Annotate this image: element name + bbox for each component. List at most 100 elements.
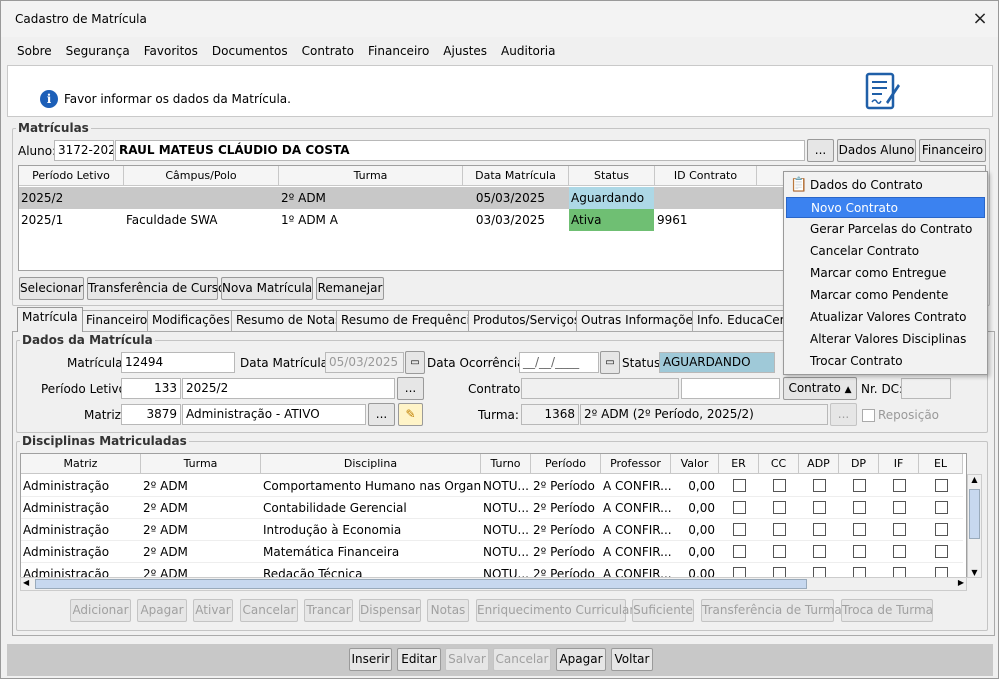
scroll-thumb[interactable] <box>969 489 980 539</box>
column-header[interactable]: Matriz <box>21 454 141 474</box>
adicionar-button[interactable]: Adicionar <box>70 599 131 622</box>
row-checkbox[interactable] <box>893 523 906 536</box>
table-row[interactable]: Administração 2º ADM Comportamento Humano … <box>21 475 963 497</box>
row-checkbox[interactable] <box>813 545 826 558</box>
selecionar-button[interactable]: Selecionar <box>19 277 84 300</box>
table-row[interactable]: Administração 2º ADM Matemática Financeira… <box>21 541 963 563</box>
row-checkbox[interactable] <box>813 501 826 514</box>
menu-item-gerar-parcelas[interactable]: Gerar Parcelas do Contrato <box>786 219 985 240</box>
row-checkbox[interactable] <box>935 523 948 536</box>
enriquecimento-curricular-button[interactable]: Enriquecimento Curricular <box>476 599 634 622</box>
periodo-browse-button[interactable]: ... <box>397 377 424 400</box>
calendar-icon[interactable]: ▭ <box>405 351 425 374</box>
menu-item-atualizar-valores[interactable]: Atualizar Valores Contrato <box>786 307 985 328</box>
column-header[interactable]: ER <box>719 454 759 474</box>
cancelar-button[interactable]: Cancelar <box>493 648 551 671</box>
row-checkbox[interactable] <box>853 523 866 536</box>
menu-item-cancelar-contrato[interactable]: Cancelar Contrato <box>786 241 985 262</box>
tab-produtos-servicos[interactable]: Produtos/Serviços <box>468 310 586 331</box>
scroll-thumb[interactable] <box>35 579 807 589</box>
editar-button[interactable]: Editar <box>397 648 441 671</box>
column-header[interactable]: Status <box>569 166 655 186</box>
menu-auditoria[interactable]: Auditoria <box>501 44 555 58</box>
row-checkbox[interactable] <box>853 479 866 492</box>
menu-item-marcar-pendente[interactable]: Marcar como Pendente <box>786 285 985 306</box>
aluno-name-field[interactable]: RAUL MATEUS CLÁUDIO DA COSTA <box>115 140 805 161</box>
apagar-button[interactable]: Apagar <box>137 599 187 622</box>
column-header[interactable]: Turma <box>141 454 261 474</box>
horizontal-scrollbar[interactable]: ◀ ▶ <box>20 577 967 591</box>
row-checkbox[interactable] <box>773 479 786 492</box>
row-checkbox[interactable] <box>893 501 906 514</box>
column-header[interactable]: DP <box>839 454 879 474</box>
row-checkbox[interactable] <box>853 545 866 558</box>
troca-turma-button[interactable]: Troca de Turma <box>841 599 933 622</box>
scroll-left-icon[interactable]: ◀ <box>23 578 29 587</box>
scroll-up-icon[interactable]: ▲ <box>968 475 981 484</box>
column-header[interactable]: Câmpus/Polo <box>124 166 279 186</box>
contrato-field[interactable] <box>521 378 679 399</box>
menu-item-dados-contrato[interactable]: Dados do Contrato <box>786 175 985 196</box>
column-header[interactable]: Data Matrícula <box>463 166 569 186</box>
trancar-button[interactable]: Trancar <box>304 599 353 622</box>
scroll-down-icon[interactable]: ▼ <box>968 568 981 577</box>
aluno-code-field[interactable]: 3172-2024 <box>54 140 114 161</box>
suficiente-button[interactable]: Suficiente <box>632 599 694 622</box>
column-header[interactable]: EL <box>919 454 963 474</box>
transferencia-turma-button[interactable]: Transferência de Turma <box>701 599 842 622</box>
periodo-code-field[interactable]: 133 <box>121 378 181 399</box>
menu-favoritos[interactable]: Favoritos <box>144 44 198 58</box>
reposicao-checkbox[interactable] <box>862 409 875 422</box>
turma-code-field[interactable]: 1368 <box>521 404 579 425</box>
turma-browse-button[interactable]: ... <box>830 403 857 426</box>
row-checkbox[interactable] <box>773 501 786 514</box>
nova-matricula-button[interactable]: Nova Matrícula <box>221 277 313 300</box>
financeiro-button[interactable]: Financeiro <box>919 139 986 162</box>
transferencia-curso-button[interactable]: Transferência de Curso <box>87 277 225 300</box>
column-header[interactable]: ADP <box>799 454 839 474</box>
notas-button[interactable]: Notas <box>427 599 469 622</box>
row-checkbox[interactable] <box>935 545 948 558</box>
dados-aluno-button[interactable]: Dados Aluno <box>837 139 916 162</box>
tab-financeiro[interactable]: Financeiro <box>81 310 153 331</box>
aluno-browse-button[interactable]: ... <box>807 139 834 162</box>
menu-item-marcar-entregue[interactable]: Marcar como Entregue <box>786 263 985 284</box>
scroll-right-icon[interactable]: ▶ <box>958 578 964 587</box>
menu-seguranca[interactable]: Segurança <box>66 44 130 58</box>
menu-documentos[interactable]: Documentos <box>212 44 288 58</box>
vertical-scrollbar[interactable]: ▲ ▼ <box>967 474 982 578</box>
contrato-number-field[interactable] <box>681 378 780 399</box>
inserir-button[interactable]: Inserir <box>349 648 392 671</box>
edit-pencil-icon[interactable]: ✎ <box>398 403 423 426</box>
row-checkbox[interactable] <box>935 479 948 492</box>
row-checkbox[interactable] <box>893 545 906 558</box>
contrato-dropdown-button[interactable]: Contrato ▲ <box>783 377 857 400</box>
tab-outras-informacoes[interactable]: Outras Informações <box>576 310 705 331</box>
periodo-field[interactable]: 2025/2 <box>182 378 395 399</box>
dispensar-button[interactable]: Dispensar <box>359 599 421 622</box>
matriz-field[interactable]: Administração - ATIVO <box>182 404 366 425</box>
close-icon[interactable]: × <box>970 9 990 29</box>
row-checkbox[interactable] <box>773 545 786 558</box>
row-checkbox[interactable] <box>893 479 906 492</box>
menu-item-novo-contrato[interactable]: Novo Contrato <box>786 197 985 218</box>
table-row[interactable]: Administração 2º ADM Introdução à Economia… <box>21 519 963 541</box>
row-checkbox[interactable] <box>733 501 746 514</box>
menu-sobre[interactable]: Sobre <box>17 44 52 58</box>
calendar-icon[interactable]: ▭ <box>600 351 620 374</box>
ativar-button[interactable]: Ativar <box>193 599 233 622</box>
menu-item-trocar-contrato[interactable]: Trocar Contrato <box>786 351 985 372</box>
tab-modificacoes[interactable]: Modificações <box>147 310 235 331</box>
tab-resumo-notas[interactable]: Resumo de Notas <box>231 310 347 331</box>
data-ocorrencia-field[interactable]: __/__/____ <box>519 352 599 373</box>
nr-dc-field[interactable] <box>901 378 951 399</box>
menu-contrato[interactable]: Contrato <box>302 44 354 58</box>
menu-financeiro[interactable]: Financeiro <box>368 44 429 58</box>
row-checkbox[interactable] <box>733 479 746 492</box>
salvar-button[interactable]: Salvar <box>445 648 489 671</box>
turma-field[interactable]: 2º ADM (2º Período, 2025/2) <box>580 404 828 425</box>
tab-matricula[interactable]: Matrícula <box>17 307 83 332</box>
column-header[interactable]: Período Letivo <box>19 166 124 186</box>
menu-ajustes[interactable]: Ajustes <box>443 44 487 58</box>
row-checkbox[interactable] <box>853 501 866 514</box>
